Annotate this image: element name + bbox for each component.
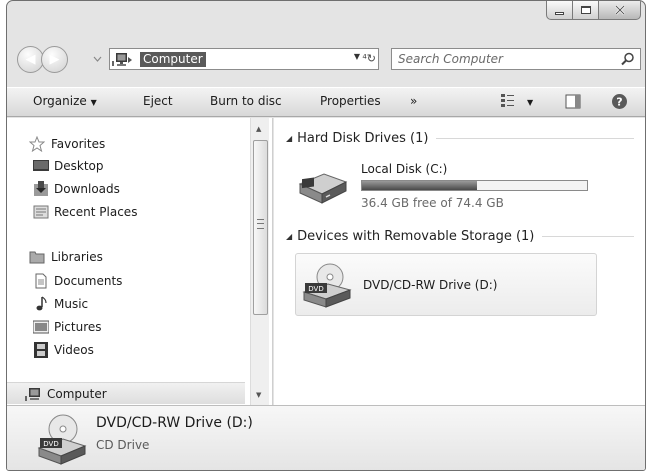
scroll-down-icon[interactable]: ▼ [256,391,261,399]
caption-buttons [546,1,641,20]
sidebar-item-pictures[interactable]: Pictures [33,319,102,335]
chevron-down-icon: ▼ [90,98,97,107]
command-toolbar: Organize ▼ Eject Burn to disc Properties… [7,87,645,117]
recent-places-icon [33,205,49,219]
collapse-triangle-icon: ◢ [286,232,293,241]
address-dropdown-icon[interactable]: ▼ [354,52,360,61]
organize-label: Organize [33,94,87,108]
sidebar-item-recent-places[interactable]: Recent Places [33,204,137,220]
more-commands-button[interactable]: » [410,94,417,108]
search-icon[interactable] [621,52,635,66]
libraries-label: Libraries [51,250,103,264]
view-options-icon [501,94,514,107]
section-divider [542,236,634,237]
search-box[interactable] [391,48,641,70]
maximize-button[interactable] [573,1,599,20]
desktop-icon [33,160,49,171]
disk-usage-bar [361,180,588,191]
sidebar-item-label: Desktop [54,159,104,173]
dvd-drive-icon: DVD [302,263,352,308]
preview-pane-icon [565,94,581,109]
maximize-icon [580,6,591,14]
minimize-button[interactable] [546,1,573,20]
details-pane: DVD DVD/CD-RW Drive (D:) CD Drive [7,405,645,470]
navigation-scrollbar[interactable]: ▲ ▼ [250,118,269,405]
computer-icon [112,53,132,66]
downloads-icon [34,181,48,196]
dvd-drive-name: DVD/CD-RW Drive (D:) [363,278,498,292]
sidebar-item-label: Computer [47,387,107,401]
section-title: Hard Disk Drives (1) [297,131,429,146]
sidebar-item-label: Videos [54,343,94,357]
back-arrow-icon: ◀ [25,52,36,67]
music-icon [36,296,47,311]
forward-arrow-icon: ▶ [49,52,60,67]
sidebar-item-downloads[interactable]: Downloads [33,181,120,197]
hard-disk-drives-header[interactable]: ◢ Hard Disk Drives (1) [286,131,634,146]
section-title: Devices with Removable Storage (1) [297,229,535,244]
videos-icon [34,342,48,358]
organize-menu[interactable]: Organize ▼ [33,94,97,108]
navigation-bar: ◀ ▶ Computer ▼ ⁴↻ [7,39,645,79]
address-bar[interactable]: Computer ▼ ⁴↻ [109,48,379,70]
burn-to-disc-button[interactable]: Burn to disc [210,94,282,108]
computer-icon [25,388,40,401]
sidebar-item-label: Pictures [54,320,102,334]
scrollbar-thumb[interactable] [253,140,268,315]
dvd-drive-icon: DVD [37,414,87,465]
details-item-type: CD Drive [96,438,150,452]
minimize-icon [555,11,564,15]
grip-icon [257,219,264,229]
recent-pages-chevron-icon[interactable] [93,56,102,62]
disk-free-space: 36.4 GB free of 74.4 GB [361,196,504,210]
sidebar-item-label: Recent Places [54,205,138,219]
close-button[interactable] [599,1,641,20]
libraries-icon [29,251,45,264]
change-view-button[interactable] [500,93,516,112]
scroll-up-icon[interactable]: ▲ [256,125,261,133]
sidebar-item-label: Documents [54,274,123,288]
eject-button[interactable]: Eject [143,94,173,108]
explorer-window: ◀ ▶ Computer ▼ ⁴↻ Organize ▼ Eject Burn … [6,0,646,471]
sidebar-item-desktop[interactable]: Desktop [33,158,104,174]
address-location[interactable]: Computer [140,51,206,67]
sidebar-item-documents[interactable]: Documents [33,273,122,289]
svg-text:?: ? [616,96,622,109]
properties-button[interactable]: Properties [320,94,381,108]
documents-icon [35,273,47,289]
hard-drive-icon [298,173,348,204]
favorites-group[interactable]: Favorites [29,136,105,152]
help-icon: ? [612,94,627,109]
sidebar-item-videos[interactable]: Videos [33,342,94,358]
sidebar-item-label: Music [54,297,89,311]
dvd-drive-item[interactable]: DVD DVD/CD-RW Drive (D:) [295,253,597,316]
favorites-label: Favorites [51,137,106,151]
sidebar-item-music[interactable]: Music [33,296,88,312]
star-icon [29,136,45,152]
preview-pane-button[interactable] [565,94,581,112]
sidebar-item-label: Downloads [54,182,120,196]
libraries-group[interactable]: Libraries [29,249,103,265]
collapse-triangle-icon: ◢ [286,134,293,143]
refresh-icon[interactable]: ⁴↻ [362,49,376,69]
local-disk-name: Local Disk (C:) [361,162,448,176]
forward-button[interactable]: ▶ [41,46,68,73]
content-pane: ◢ Hard Disk Drives (1) Local Disk (C:) 3… [274,118,645,405]
disk-usage-fill [362,181,477,190]
search-input[interactable] [398,52,598,66]
close-icon [614,5,625,15]
view-dropdown-icon[interactable]: ▼ [527,98,533,107]
removable-storage-header[interactable]: ◢ Devices with Removable Storage (1) [286,229,634,244]
dvd-badge: DVD [43,440,58,448]
help-button[interactable]: ? [611,93,628,113]
sidebar-item-computer[interactable]: Computer [7,382,245,404]
navigation-pane: Favorites Desktop Downloads Recent Place… [7,118,273,405]
dvd-badge: DVD [308,285,323,293]
details-item-name: DVD/CD-RW Drive (D:) [96,415,253,431]
pictures-icon [33,320,49,334]
section-divider [436,138,634,139]
back-button[interactable]: ◀ [17,46,44,73]
